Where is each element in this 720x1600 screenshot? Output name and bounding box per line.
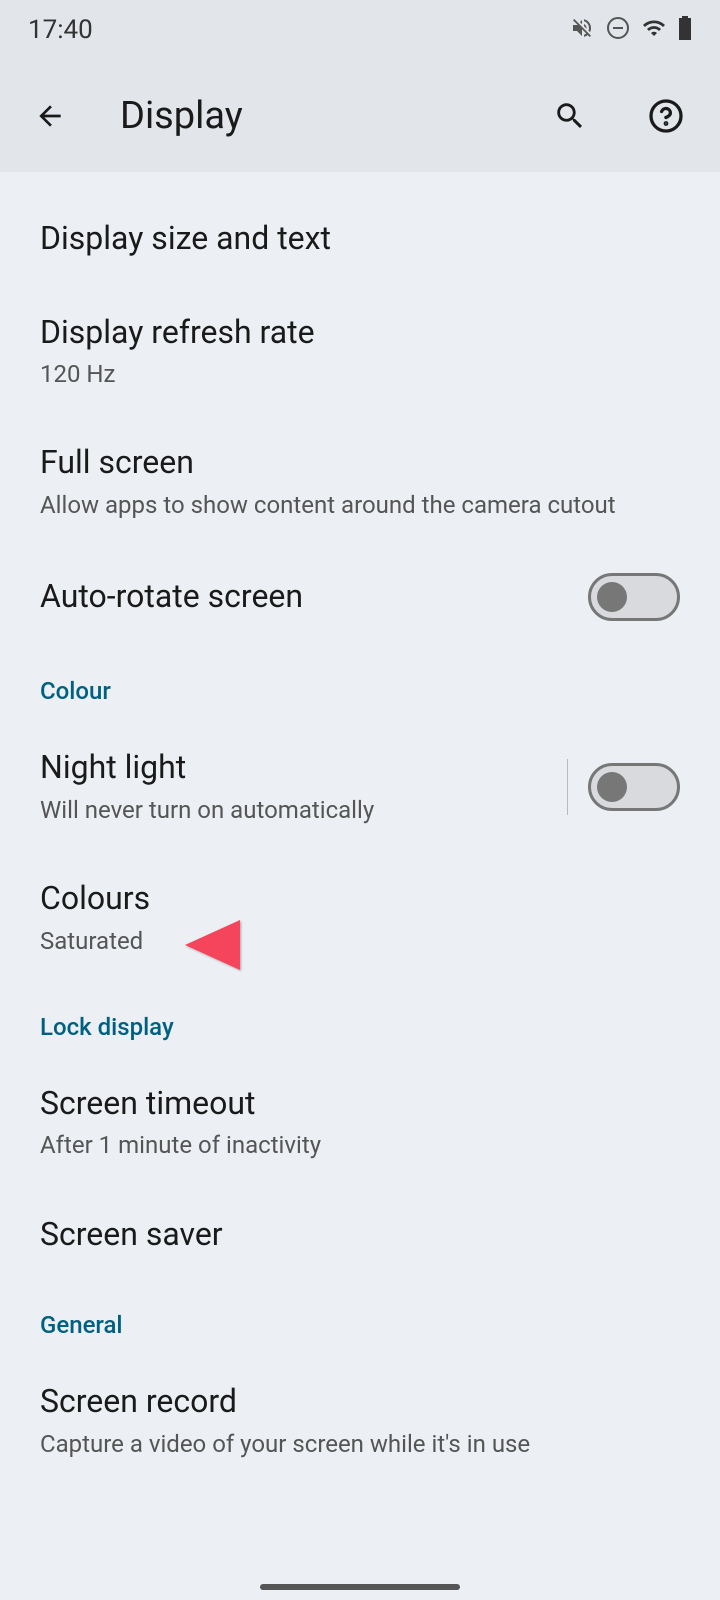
setting-title: Screen saver: [40, 1214, 680, 1256]
search-button[interactable]: [546, 92, 594, 140]
setting-subtitle: Allow apps to show content around the ca…: [40, 490, 680, 521]
setting-title: Display size and text: [40, 218, 680, 260]
status-bar: 17:40: [0, 0, 720, 60]
setting-title: Screen timeout: [40, 1083, 680, 1125]
nav-bar-handle[interactable]: [260, 1584, 460, 1590]
setting-screen-record[interactable]: Screen record Capture a video of your sc…: [0, 1355, 720, 1486]
setting-subtitle: 120 Hz: [40, 359, 680, 390]
setting-screen-saver[interactable]: Screen saver: [0, 1188, 720, 1282]
setting-screen-timeout[interactable]: Screen timeout After 1 minute of inactiv…: [0, 1057, 720, 1188]
setting-night-light[interactable]: Night light Will never turn on automatic…: [0, 721, 720, 852]
setting-subtitle: After 1 minute of inactivity: [40, 1130, 680, 1161]
setting-title: Screen record: [40, 1381, 680, 1423]
setting-title: Full screen: [40, 442, 680, 484]
setting-subtitle: Capture a video of your screen while it'…: [40, 1429, 680, 1460]
section-lock-display: Lock display: [0, 983, 720, 1057]
setting-title: Auto-rotate screen: [40, 576, 588, 618]
setting-subtitle: Will never turn on automatically: [40, 795, 567, 826]
divider: [567, 759, 568, 815]
settings-content: Display size and text Display refresh ra…: [0, 172, 720, 1506]
wifi-icon: [642, 16, 666, 44]
setting-colours[interactable]: Colours Saturated: [0, 852, 720, 983]
setting-full-screen[interactable]: Full screen Allow apps to show content a…: [0, 416, 720, 547]
dnd-icon: [606, 16, 630, 44]
help-button[interactable]: [642, 92, 690, 140]
page-title: Display: [120, 94, 243, 138]
setting-subtitle: Saturated: [40, 926, 680, 957]
night-light-toggle[interactable]: [588, 763, 680, 811]
app-bar: Display: [0, 60, 720, 172]
back-button[interactable]: [30, 96, 70, 136]
battery-icon: [678, 16, 692, 44]
setting-display-size-text[interactable]: Display size and text: [0, 192, 720, 286]
setting-title: Night light: [40, 747, 567, 789]
mute-icon: [570, 16, 594, 44]
setting-refresh-rate[interactable]: Display refresh rate 120 Hz: [0, 286, 720, 417]
status-time: 17:40: [28, 15, 93, 45]
setting-title: Colours: [40, 878, 680, 920]
setting-auto-rotate[interactable]: Auto-rotate screen: [0, 547, 720, 647]
section-colour: Colour: [0, 647, 720, 721]
status-icons: [570, 16, 692, 44]
setting-title: Display refresh rate: [40, 312, 680, 354]
auto-rotate-toggle[interactable]: [588, 573, 680, 621]
section-general: General: [0, 1281, 720, 1355]
